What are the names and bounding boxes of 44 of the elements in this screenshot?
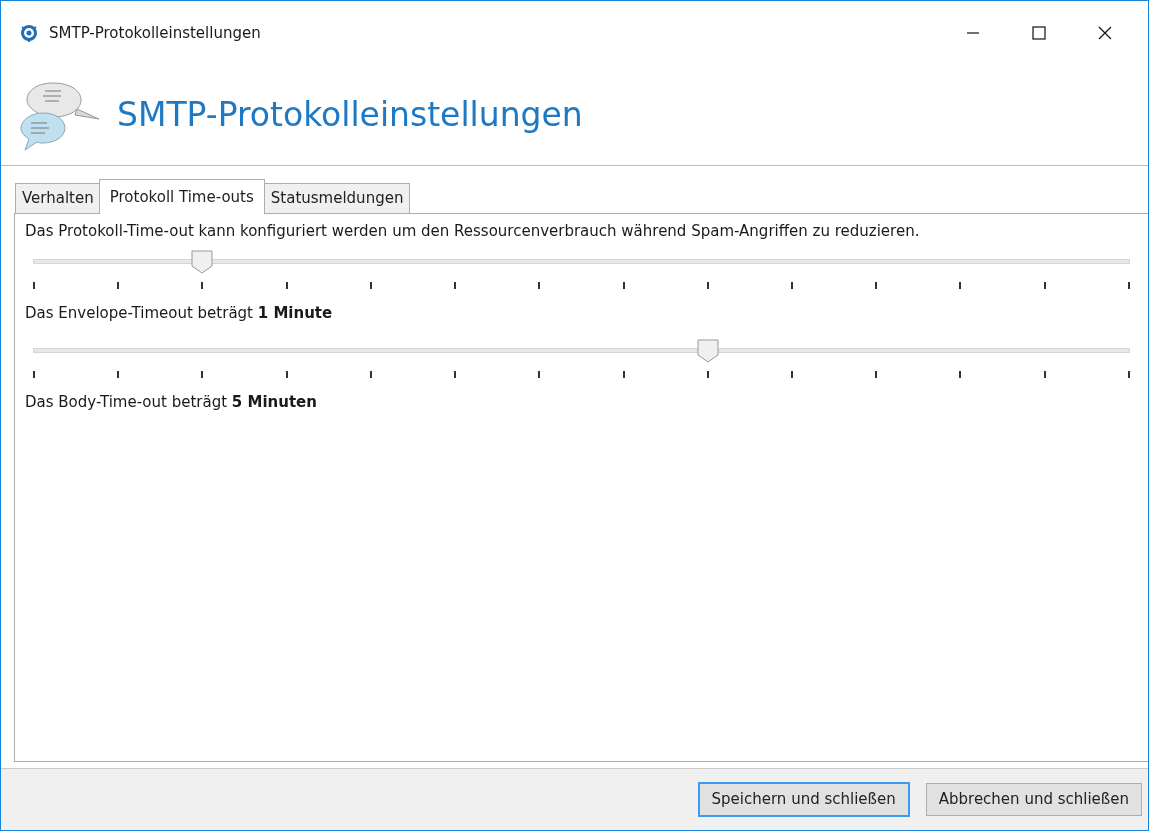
app-icon (19, 23, 39, 43)
tick-mark (201, 282, 204, 289)
timeout-text: Das Body-Time-out beträgt 5 Minuten (25, 391, 318, 413)
header-title: SMTP-Protokolleinstellungen (117, 94, 583, 137)
tick-mark (33, 282, 35, 289)
tick-mark (790, 370, 793, 378)
tick-mark (285, 370, 288, 378)
tick-mark (959, 370, 962, 378)
tick-mark (117, 282, 120, 289)
description-text: Das Protokoll-Time-out kann konfiguriert werden um den Ressourcenverbrauch während Spam-Angriffen zu reduzieren. (25, 220, 921, 242)
window-title: SMTP-Protokolleinstellungen (49, 22, 262, 44)
tick-mark (1043, 370, 1046, 378)
tick-mark (369, 370, 372, 378)
tick-mark (201, 370, 204, 378)
timeout-text: Das Envelope-Timeout beträgt 1 Minute (25, 303, 334, 324)
tick-mark (875, 282, 878, 289)
tick-mark (622, 282, 625, 289)
tick-mark (117, 370, 120, 378)
save-button[interactable]: Speichern und schließen (697, 782, 910, 817)
tick-mark (959, 282, 962, 289)
tick-mark (1043, 282, 1046, 289)
slider-thumb[interactable] (697, 338, 720, 363)
minimize-icon (966, 32, 980, 34)
tick-mark (33, 370, 35, 378)
tab[interactable]: Protokoll Time-outs (98, 179, 265, 214)
tick-mark (538, 370, 541, 378)
tick-mark (875, 370, 878, 378)
slider-thumb[interactable] (190, 250, 213, 274)
tick-mark (454, 282, 457, 289)
tick-mark (285, 282, 288, 289)
tick-mark (538, 282, 541, 289)
tab[interactable]: Verhalten (15, 183, 101, 213)
close-icon (1097, 25, 1113, 41)
tick-mark (1127, 282, 1130, 289)
tick-mark (622, 370, 625, 378)
tick-mark (454, 370, 457, 378)
maximize-icon (1031, 25, 1047, 41)
tick-mark (706, 282, 709, 289)
tab[interactable]: Statusmeldungen (263, 183, 411, 213)
tick-mark (706, 370, 709, 378)
tick-mark (369, 282, 372, 289)
cancel-button[interactable]: Abbrechen und schließen (925, 783, 1142, 816)
tick-mark (1127, 370, 1130, 378)
tick-mark (790, 282, 793, 289)
